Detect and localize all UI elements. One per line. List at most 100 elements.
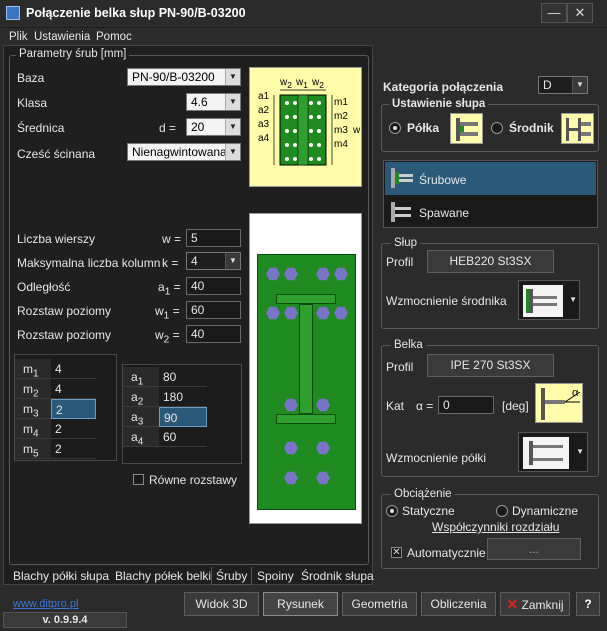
kategoria-label: Kategoria połączenia xyxy=(383,80,504,94)
connection-type-list: Śrubowe Spawane xyxy=(383,160,598,228)
w1-symbol: w1 = xyxy=(155,304,180,322)
app-icon xyxy=(6,6,20,20)
automatycznie-checkbox[interactable]: ✕ xyxy=(391,547,402,558)
wspolczynniki-link[interactable]: Współczynniki rozdziału xyxy=(432,520,559,534)
tab-srodnik-slupa[interactable]: Środnik słupa xyxy=(297,567,378,585)
chevron-down-icon: ▼ xyxy=(576,447,584,456)
klasa-select[interactable]: 4.6 ▼ xyxy=(186,93,241,111)
max-kolumn-label: Maksymalna liczba kolumn xyxy=(17,256,161,270)
m-row-label: m4 xyxy=(15,419,51,439)
help-button[interactable]: ? xyxy=(576,592,600,616)
slup-profil-button[interactable]: HEB220 St3SX xyxy=(427,250,554,273)
k-symbol: k = xyxy=(162,256,179,270)
m-row-value[interactable]: 2 xyxy=(51,419,96,439)
widok-3d-button[interactable]: Widok 3D xyxy=(184,592,259,616)
diagram-w-label: w xyxy=(353,125,361,136)
m-row-value[interactable]: 2 xyxy=(51,439,96,459)
bolt-layout-diagram: w2 w1 w2 a1 a2 a3 a4 m1 m2 m3 m4 w xyxy=(249,67,362,187)
coefficients-dots-button[interactable]: ... xyxy=(487,538,581,560)
kategoria-select[interactable]: D ▼ xyxy=(538,76,588,94)
kat-unit: [deg] xyxy=(502,399,529,413)
m-grid: m1 4 m2 4 m3 2 m4 2 m5 2 xyxy=(14,354,117,461)
tab-sruby[interactable]: Śruby xyxy=(211,567,253,585)
beam-top-flange xyxy=(276,294,336,304)
minimize-button[interactable]: — xyxy=(541,3,567,23)
rowne-rozstawy-checkbox[interactable] xyxy=(133,474,144,485)
belka-profil-label: Profil xyxy=(386,360,414,374)
a-row-value[interactable]: 60 xyxy=(159,427,207,447)
tab-spoiny[interactable]: Spoiny xyxy=(253,567,298,585)
m-row-label: m5 xyxy=(15,439,51,459)
plate-drawing xyxy=(249,213,362,524)
m-row-value-selected[interactable]: 2 xyxy=(51,399,96,419)
a-row-value[interactable]: 80 xyxy=(159,367,207,387)
bolt-params-label: Parametry śrub [mm] xyxy=(16,48,130,60)
rozstaw1-input[interactable]: 60 xyxy=(186,301,241,319)
zamknij-button[interactable]: ✕ Zamknij xyxy=(500,592,570,616)
a-grid: a1 80 a2 180 a3 90 a4 60 xyxy=(122,364,242,464)
chevron-down-icon: ▼ xyxy=(225,253,240,269)
flange-connection-svg xyxy=(456,118,478,141)
m-row-label: m1 xyxy=(15,359,51,379)
diagram-w2-right: w2 xyxy=(312,77,324,90)
dynamiczne-radio[interactable] xyxy=(496,505,508,517)
web-stiffener-icon xyxy=(523,285,563,317)
belka-label: Belka xyxy=(391,339,426,351)
czesc-select[interactable]: Nienagwintowana ▼ xyxy=(127,143,241,161)
polka-label: Półka xyxy=(407,121,440,135)
rysunek-button[interactable]: Rysunek xyxy=(263,592,338,616)
a-row-value-selected[interactable]: 90 xyxy=(159,407,207,427)
rowne-rozstawy-label: Równe rozstawy xyxy=(149,473,238,487)
column-flange-icon[interactable] xyxy=(450,113,483,144)
rozstaw1-label: Rozstaw poziomy xyxy=(17,304,112,318)
odleglosc-input[interactable]: 40 xyxy=(186,277,241,295)
a-row-label: a3 xyxy=(123,407,159,427)
a-row-label: a4 xyxy=(123,427,159,447)
slup-profil-label: Profil xyxy=(386,255,414,269)
statyczne-radio[interactable] xyxy=(386,505,398,517)
tab-blachy-polek-belki[interactable]: Blachy półek belki xyxy=(111,567,215,585)
klasa-label: Klasa xyxy=(17,96,48,110)
srodnik-label: Środnik xyxy=(509,121,554,135)
kat-input[interactable]: 0 xyxy=(438,396,494,414)
wzm-srodnika-select[interactable]: ▼ xyxy=(518,280,580,320)
obliczenia-button[interactable]: Obliczenia xyxy=(421,592,496,616)
connection-type-srubowe[interactable]: Śrubowe xyxy=(385,162,596,195)
polka-radio[interactable] xyxy=(389,122,401,134)
beam-web xyxy=(299,304,313,414)
menu-pomoc[interactable]: Pomoc xyxy=(96,31,132,43)
menu-ustawienia[interactable]: Ustawienia xyxy=(34,31,90,43)
alpha-symbol: α = xyxy=(416,399,434,413)
wzm-srodnika-label: Wzmocnienie środnika xyxy=(386,294,507,308)
wzm-polki-label: Wzmocnienie półki xyxy=(386,451,487,465)
website-link[interactable]: www.ditpro.pl xyxy=(13,598,78,610)
menu-plik[interactable]: Plik xyxy=(9,31,28,43)
rozstaw2-input[interactable]: 40 xyxy=(186,325,241,343)
chevron-down-icon: ▼ xyxy=(225,144,240,160)
connection-type-spawane[interactable]: Spawane xyxy=(385,196,596,227)
automatycznie-label: Automatycznie xyxy=(407,546,486,560)
a-row-value[interactable]: 180 xyxy=(159,387,207,407)
close-window-button[interactable]: ✕ xyxy=(567,3,593,23)
max-kolumn-select[interactable]: 4 ▼ xyxy=(186,252,241,270)
liczba-wierszy-input[interactable]: 5 xyxy=(186,229,241,247)
web-connection-svg xyxy=(566,118,591,141)
diagram-w2-left: w2 xyxy=(280,77,292,90)
tab-blachy-polki-slupa[interactable]: Blachy półki słupa xyxy=(9,567,113,585)
srednica-label: Średnica xyxy=(17,121,65,135)
m-row-value[interactable]: 4 xyxy=(51,379,96,399)
odleglosc-label: Odległość xyxy=(17,280,71,294)
srednica-select[interactable]: 20 ▼ xyxy=(186,118,241,136)
a1-symbol: a1 = xyxy=(158,280,181,298)
baza-select[interactable]: PN-90/B-03200 ▼ xyxy=(127,68,241,86)
diagram-w1: w1 xyxy=(296,77,308,90)
srodnik-radio[interactable] xyxy=(491,122,503,134)
column-web-icon[interactable] xyxy=(561,113,594,144)
geometria-button[interactable]: Geometria xyxy=(342,592,417,616)
belka-profil-button[interactable]: IPE 270 St3SX xyxy=(427,354,554,377)
beam-angle-icon: α xyxy=(535,383,583,423)
wzm-polki-select[interactable]: ▼ xyxy=(518,432,588,472)
chevron-down-icon: ▼ xyxy=(572,77,587,93)
w-symbol: w = xyxy=(162,232,182,246)
m-row-value[interactable]: 4 xyxy=(51,359,96,379)
